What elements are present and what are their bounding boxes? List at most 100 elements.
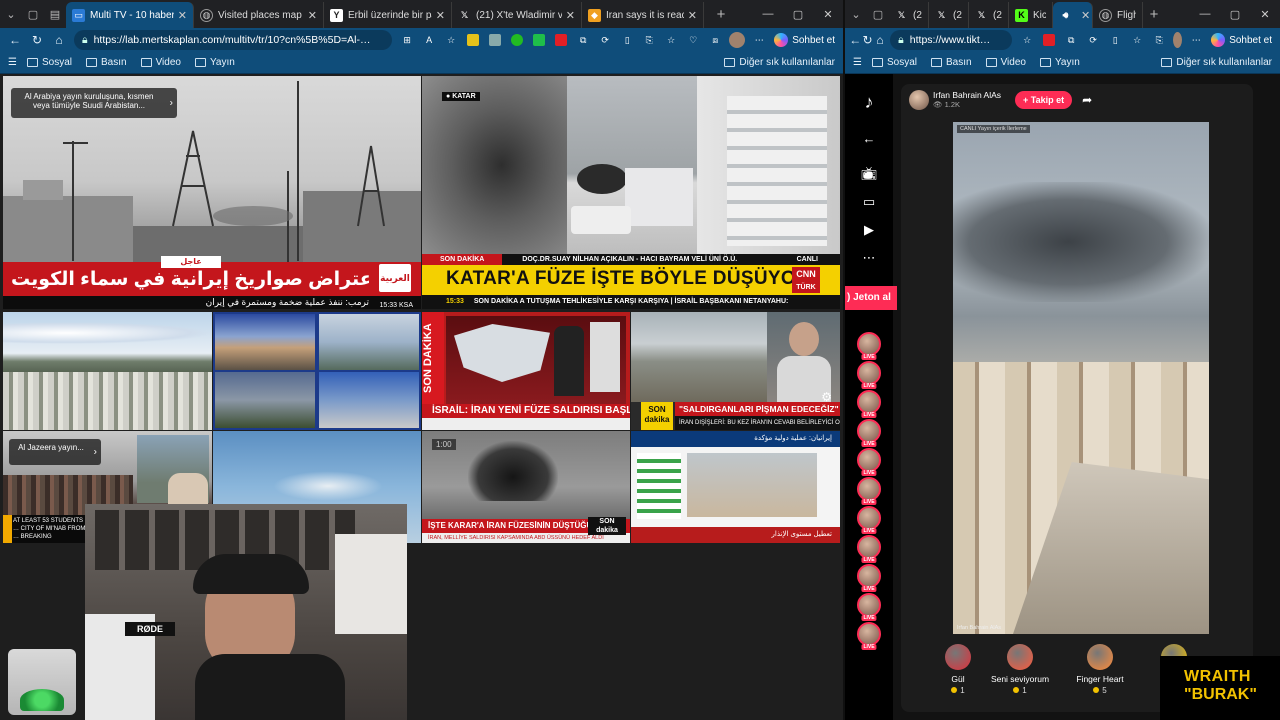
gift-item[interactable]: Seni seviyorum 1	[985, 644, 1055, 695]
close-tab-icon[interactable]: ✕	[1081, 9, 1090, 22]
live-account-avatar[interactable]: LIVE	[857, 419, 881, 447]
gift-item[interactable]: Finger Heart 5	[1065, 644, 1135, 695]
tab-erbil[interactable]: Y Erbil üzerinde bir patlama ✕	[324, 2, 452, 28]
close-window-icon[interactable]: ✕	[1250, 8, 1280, 21]
live-account-avatar[interactable]: LIVE	[857, 564, 881, 592]
gift-item[interactable]: Gül 1	[923, 644, 993, 695]
live-account-avatar[interactable]: LIVE	[857, 506, 881, 534]
close-tab-icon[interactable]: ✕	[436, 9, 445, 22]
profile-avatar[interactable]	[729, 32, 746, 48]
tab-x-1[interactable]: 𝕏(21)	[889, 2, 929, 28]
heart-icon[interactable]: ♡	[683, 31, 703, 49]
bookmark-basin[interactable]: Basın	[85, 57, 127, 68]
bookmark-yayin[interactable]: Yayın	[1039, 57, 1080, 68]
video-multifeed-mosaic[interactable]	[213, 312, 421, 430]
bookmark-yayin[interactable]: Yayın	[194, 57, 235, 68]
favorite-star-icon[interactable]: ☆	[1017, 31, 1037, 49]
video-arabic-news[interactable]: إيرانيان: عملية دولية مؤكدة تعطيل مستوى …	[631, 431, 840, 543]
collections-icon[interactable]: ⎘	[639, 31, 659, 49]
minimize-icon[interactable]: —	[753, 8, 783, 21]
bookmark-video[interactable]: Video	[140, 57, 181, 68]
tab-iran-ready[interactable]: ◆ Iran says it is ready for wa ✕	[582, 2, 704, 28]
settings-gear-icon[interactable]: ⚙	[821, 390, 832, 404]
extension-green-icon[interactable]	[529, 31, 549, 49]
extension-sync-icon[interactable]: ⟳	[1083, 31, 1103, 49]
downloads-icon[interactable]: ⧈	[705, 31, 725, 49]
workspaces-icon[interactable]: ▢	[22, 3, 44, 25]
collections-icon[interactable]: ⎘	[1149, 31, 1169, 49]
tab-tiktok[interactable]: 🔊︎ ✕	[1053, 2, 1093, 28]
bookmark-sosyal[interactable]: Sosyal	[871, 57, 917, 68]
extension-sync-icon[interactable]: ⟳	[595, 31, 615, 49]
extension-x-icon[interactable]	[507, 31, 527, 49]
vertical-tabs-icon[interactable]: ▤	[44, 3, 66, 25]
reader-icon[interactable]: A	[419, 31, 439, 49]
split-screen-icon[interactable]: ▯	[1105, 31, 1125, 49]
extension-red-icon[interactable]	[551, 31, 571, 49]
tab-x-3[interactable]: 𝕏(21)	[969, 2, 1009, 28]
back-icon[interactable]: ←	[4, 33, 26, 47]
tab-kick[interactable]: KKick	[1009, 2, 1053, 28]
live-account-avatar[interactable]: LIVE	[857, 448, 881, 476]
extension-grid-icon[interactable]	[485, 31, 505, 49]
maximize-icon[interactable]: ▢	[783, 8, 813, 21]
live-account-avatar[interactable]: LIVE	[857, 361, 881, 389]
favorites-icon[interactable]: ☆	[661, 31, 681, 49]
live-tv-icon[interactable]: 📺︎	[845, 160, 893, 188]
extension-h-icon[interactable]	[463, 31, 483, 49]
maximize-icon[interactable]: ▢	[1220, 8, 1250, 21]
address-bar[interactable]: 🔒︎ https://lab.mertskaplan.com/multitv/t…	[74, 30, 393, 50]
copilot-button[interactable]: Sohbet et	[1211, 33, 1272, 47]
back-arrow-icon[interactable]: ←	[845, 124, 893, 152]
tiktok-logo-icon[interactable]: ♪	[845, 88, 893, 116]
live-account-avatar[interactable]: LIVE	[857, 477, 881, 505]
tab-flight[interactable]: ◍Fligh	[1093, 2, 1143, 28]
close-window-icon[interactable]: ✕	[813, 8, 843, 21]
streamer-avatar[interactable]	[909, 90, 929, 110]
video-haberturk[interactable]: SON dakika "SALDIRGANLARI PİŞMAN EDECEĞİ…	[631, 312, 840, 430]
channel-info-badge[interactable]: Al Arabiya yayın kuruluşuna, kısmen veya…	[11, 88, 177, 118]
address-bar[interactable]: 🔒︎ https://www.tikt…	[890, 30, 1013, 50]
live-account-avatar[interactable]: LIVE	[857, 535, 881, 563]
live-account-avatar[interactable]: LIVE	[857, 332, 881, 360]
split-screen-icon[interactable]: ▯	[617, 31, 637, 49]
jeton-button[interactable]: ) Jeton al	[845, 286, 897, 310]
more-menu-icon[interactable]: ⋯	[749, 31, 769, 49]
extension-puzzle-icon[interactable]: ⧉	[1061, 31, 1081, 49]
tab-actions-icon[interactable]: ⌄	[0, 3, 22, 25]
bookmarks-menu-icon[interactable]: ☰	[8, 57, 17, 68]
bookmark-basin[interactable]: Basın	[930, 57, 972, 68]
tab-multitv[interactable]: ▭ Multi TV - 10 haber k ✕	[66, 2, 194, 28]
video-camera-icon[interactable]: ▭	[845, 188, 893, 216]
live-video[interactable]: CANLI Yayın içerik İlerleme Irfan Bahrai…	[953, 122, 1209, 634]
refresh-icon[interactable]: ↻	[861, 33, 873, 47]
video-coast-city[interactable]	[3, 312, 212, 430]
tab-actions-icon[interactable]: ⌄	[845, 3, 867, 25]
extension-puzzle-icon[interactable]: ⧉	[573, 31, 593, 49]
extension-red-icon[interactable]	[1039, 31, 1059, 49]
bookmarks-menu-icon[interactable]: ☰	[853, 57, 862, 68]
bookmark-sosyal[interactable]: Sosyal	[26, 57, 72, 68]
favorites-icon[interactable]: ☆	[1127, 31, 1147, 49]
streamer-username[interactable]: Irfan Bahrain AlAs	[933, 90, 1001, 100]
play-circle-icon[interactable]: ▶	[845, 216, 893, 244]
share-icon[interactable]: ➦	[1082, 93, 1092, 107]
favorite-star-icon[interactable]: ☆	[441, 31, 461, 49]
live-account-avatar[interactable]: LIVE	[857, 593, 881, 621]
close-tab-icon[interactable]: ✕	[566, 9, 575, 22]
bookmark-other-favorites[interactable]: Diğer sık kullanılanlar	[1161, 57, 1272, 68]
new-tab-icon[interactable]: +	[710, 3, 732, 25]
tab-x-wladimir[interactable]: 𝕏 (21) X'te Wladimir van W ✕	[452, 2, 582, 28]
bookmark-other-favorites[interactable]: Diğer sık kullanılanlar	[724, 57, 835, 68]
more-dots-icon[interactable]: ⋯	[845, 244, 893, 272]
close-tab-icon[interactable]: ✕	[308, 9, 317, 22]
minimize-icon[interactable]: —	[1190, 8, 1220, 21]
channel-info-badge[interactable]: Al Jazeera yayın... ›	[9, 439, 101, 465]
copilot-button[interactable]: Sohbet et	[774, 33, 835, 47]
close-tab-icon[interactable]: ✕	[178, 9, 187, 22]
bookmark-video[interactable]: Video	[985, 57, 1026, 68]
close-tab-icon[interactable]: ✕	[688, 9, 697, 22]
live-account-avatar[interactable]: LIVE	[857, 622, 881, 650]
refresh-icon[interactable]: ↻	[26, 33, 48, 47]
back-icon[interactable]: ←	[849, 33, 861, 47]
